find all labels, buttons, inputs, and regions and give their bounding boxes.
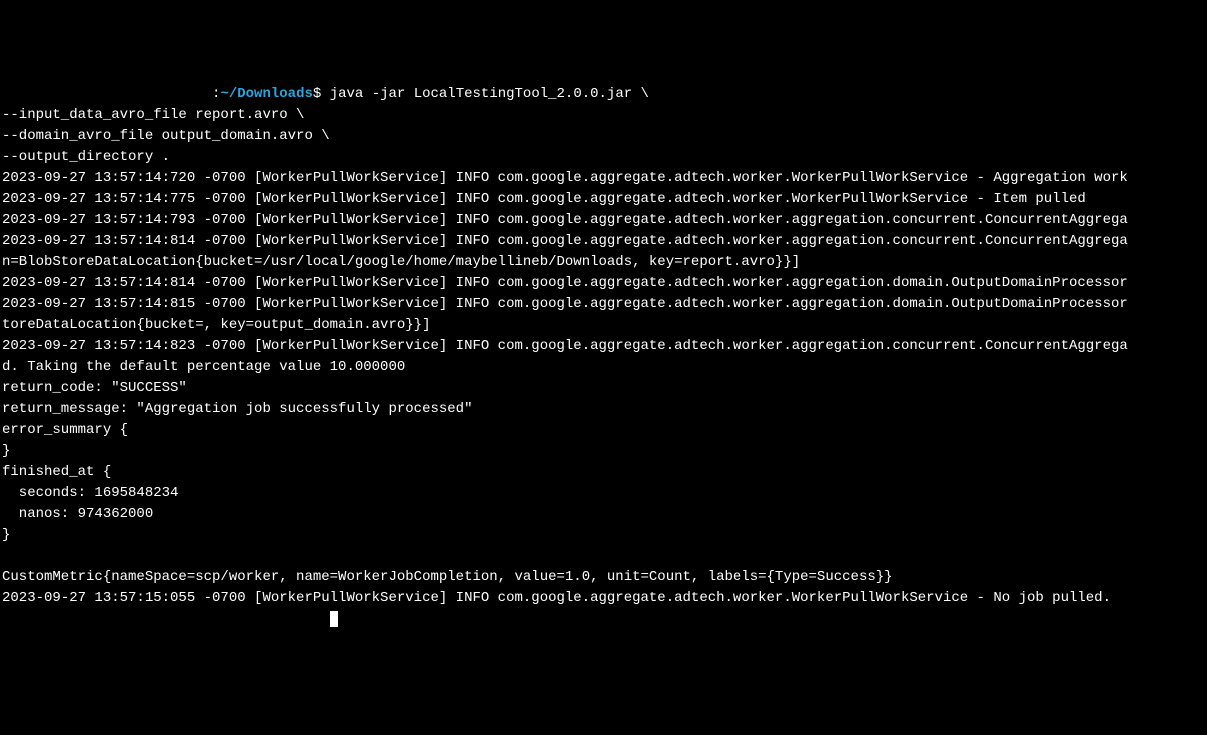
prompt-path: ~/Downloads (220, 86, 312, 102)
terminal-cursor (330, 611, 338, 627)
log-line-3: 2023-09-27 13:57:14:793 -0700 [WorkerPul… (2, 212, 1128, 228)
prompt-dollar: $ (313, 86, 330, 102)
command-line-3: --domain_avro_file output_domain.avro \ (2, 128, 330, 144)
log-line-4: 2023-09-27 13:57:14:814 -0700 [WorkerPul… (2, 233, 1128, 249)
command-line-2: --input_data_avro_file report.avro \ (2, 107, 304, 123)
log-line-20: CustomMetric{nameSpace=scp/worker, name=… (2, 569, 893, 585)
log-line-15: finished_at { (2, 464, 111, 480)
command-line-1: java -jar LocalTestingTool_2.0.0.jar \ (330, 86, 649, 102)
log-line-2: 2023-09-27 13:57:14:775 -0700 [WorkerPul… (2, 191, 1086, 207)
log-line-1: 2023-09-27 13:57:14:720 -0700 [WorkerPul… (2, 170, 1128, 186)
log-line-13: error_summary { (2, 422, 128, 438)
command-line-4: --output_directory . (2, 149, 170, 165)
log-line-9: 2023-09-27 13:57:14:823 -0700 [WorkerPul… (2, 338, 1128, 354)
terminal-window[interactable]: :~/Downloads$ java -jar LocalTestingTool… (0, 84, 1207, 630)
log-line-12: return_message: "Aggregation job success… (2, 401, 472, 417)
log-line-10: d. Taking the default percentage value 1… (2, 359, 405, 375)
log-line-8: toreDataLocation{bucket=, key=output_dom… (2, 317, 430, 333)
log-line-5: n=BlobStoreDataLocation{bucket=/usr/loca… (2, 254, 800, 270)
prompt-host-hidden (2, 86, 212, 102)
log-line-17: nanos: 974362000 (2, 506, 153, 522)
log-line-18: } (2, 527, 10, 543)
log-line-21: 2023-09-27 13:57:15:055 -0700 [WorkerPul… (2, 590, 1111, 606)
log-line-11: return_code: "SUCCESS" (2, 380, 187, 396)
log-line-16: seconds: 1695848234 (2, 485, 178, 501)
log-line-6: 2023-09-27 13:57:14:814 -0700 [WorkerPul… (2, 275, 1128, 291)
log-line-7: 2023-09-27 13:57:14:815 -0700 [WorkerPul… (2, 296, 1128, 312)
log-line-14: } (2, 443, 10, 459)
